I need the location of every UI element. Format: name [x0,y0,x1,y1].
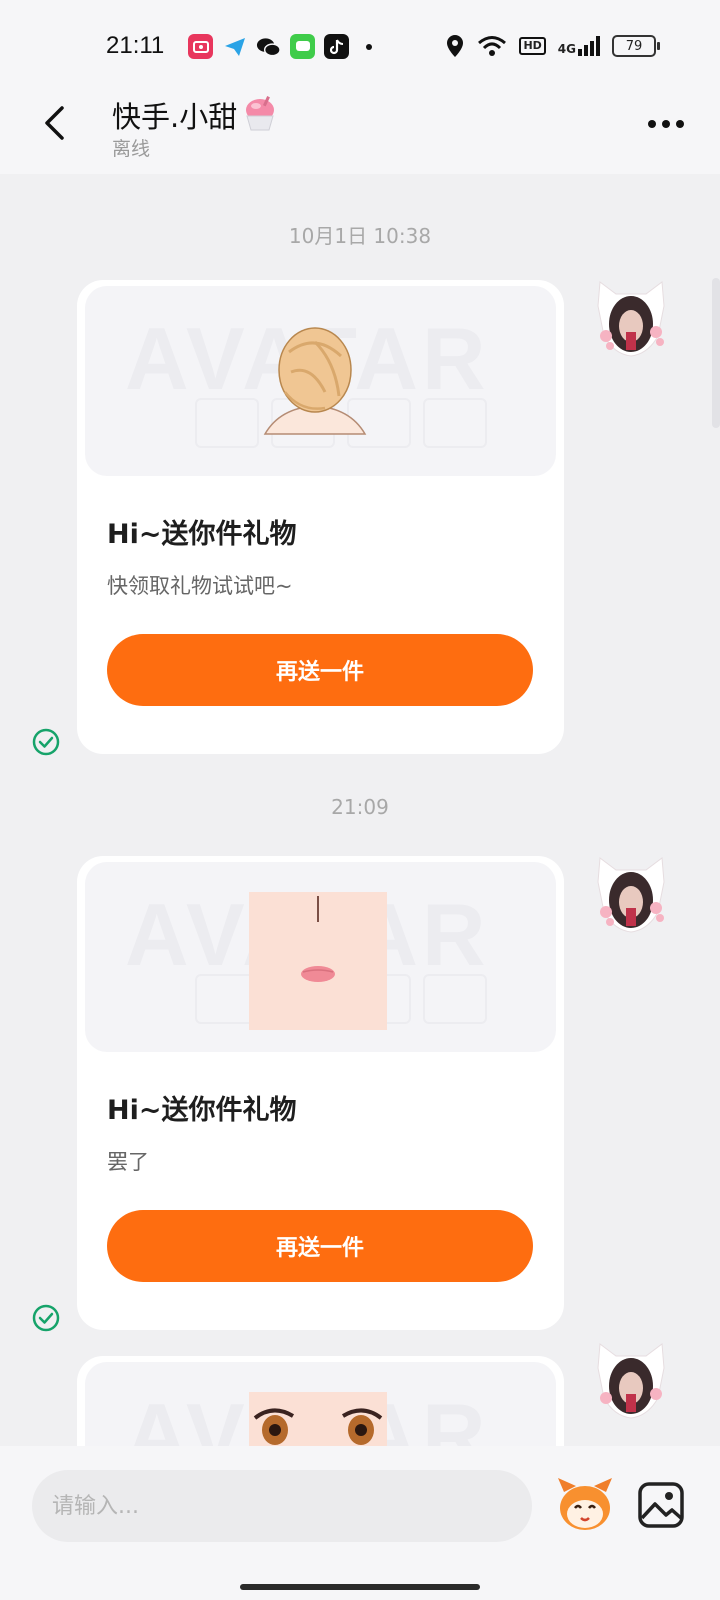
send-another-button[interactable]: 再送一件 [107,1210,533,1282]
gift-banner: AVATAR [85,862,556,1052]
more-dot [676,120,684,128]
contact-name-text: 快手.小甜 [112,100,238,134]
messages-icon [290,34,315,59]
gift-subtitle: 快领取礼物试试吧~ [107,574,293,598]
message-timestamp: 21:09 [331,795,389,819]
battery-level: 79 [625,38,643,54]
chat-header: 快手.小甜 离线 [0,76,720,174]
contact-name[interactable]: 快手.小甜 [112,94,277,136]
gift-face-image [249,892,387,1030]
notification-icons [188,34,372,59]
gift-title: Hi~送你件礼物 [107,1095,297,1126]
sticker-mascot-icon[interactable] [554,1474,616,1536]
gift-title: Hi~送你件礼物 [107,519,297,550]
wechat-icon [256,34,281,59]
cellular-signal-icon: 4G [558,36,600,56]
wifi-icon [478,36,507,56]
gift-hair-image [263,327,367,435]
shaved-ice-emoji-icon [246,96,275,131]
gift-message-card[interactable]: AVATAR Hi~送你件礼物 快领取礼物试试吧~ 再送一件 [77,280,564,754]
image-picker-icon[interactable] [636,1480,686,1530]
back-arrow-icon [45,106,64,140]
gift-banner: AVATAR [85,286,556,476]
more-dot [648,120,656,128]
sent-check-icon [32,1304,60,1332]
hd-badge: HD [519,37,546,55]
gift-message-card[interactable]: AVATAR Hi~送你件礼物 罢了 再送一件 [77,856,564,1330]
battery-icon: 79 [612,35,660,57]
send-another-button[interactable]: 再送一件 [107,634,533,706]
user-avatar[interactable] [590,276,672,358]
back-button[interactable] [32,98,76,148]
tiktok-icon [324,34,349,59]
message-timestamp: 10月1日 10:38 [288,224,432,248]
contact-status: 离线 [112,138,151,160]
status-time: 21:11 [106,32,165,59]
video-recorder-icon [188,34,213,59]
network-type: 4G [557,42,576,56]
gift-subtitle: 罢了 [107,1150,149,1174]
home-indicator[interactable] [240,1584,480,1590]
more-dot [662,120,670,128]
more-options-button[interactable] [638,104,694,144]
user-avatar[interactable] [590,852,672,934]
location-icon [447,35,464,57]
system-icons: HD 4G 79 [445,34,660,58]
user-avatar[interactable] [590,1338,672,1420]
sent-check-icon [32,728,60,756]
telegram-icon [222,34,247,59]
more-notifications-dot [366,43,372,50]
scrollbar[interactable] [712,278,720,428]
message-input[interactable] [32,1470,532,1542]
message-input-bar [0,1446,720,1600]
